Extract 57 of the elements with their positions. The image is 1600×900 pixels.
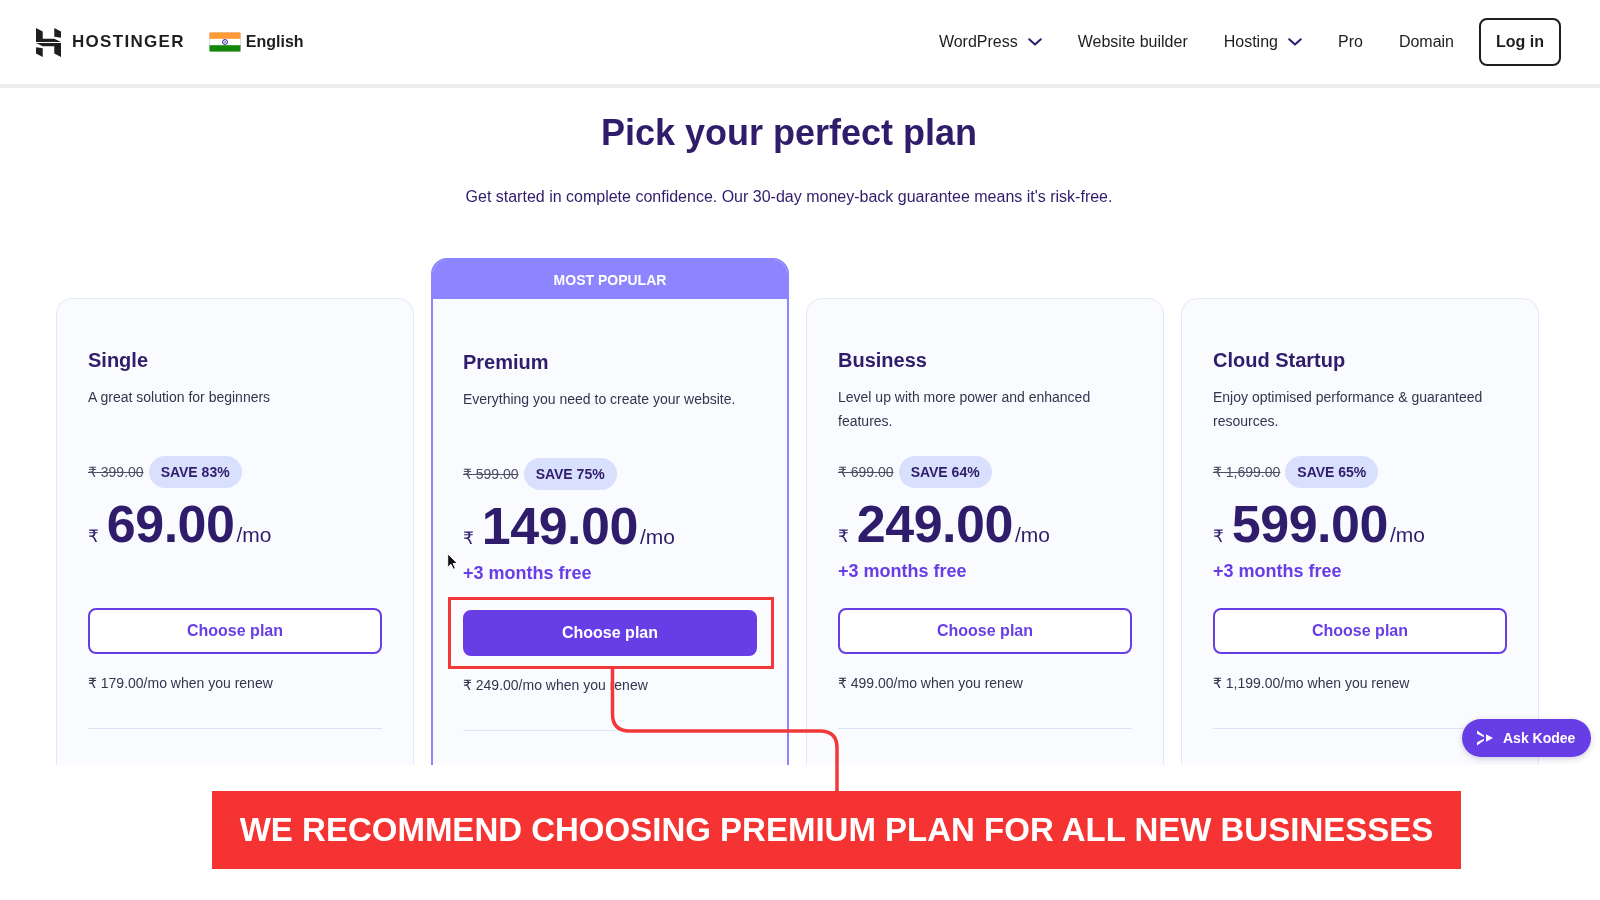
logo-link[interactable]: HOSTINGER bbox=[36, 27, 185, 57]
renewal-price: ₹ 499.00/mo when you renew bbox=[838, 674, 1024, 693]
choose-plan-button[interactable]: Choose plan bbox=[88, 608, 382, 654]
renewal-price: ₹ 1,199.00/mo when you renew bbox=[1213, 674, 1411, 693]
plan-description: Level up with more power and enhanced features. bbox=[838, 388, 1092, 431]
bonus-months-text: +3 months free bbox=[1213, 561, 1342, 581]
renewal-price: ₹ 179.00/mo when you renew bbox=[88, 674, 274, 693]
recommendation-banner: WE RECOMMEND CHOOSING PREMIUM PLAN FOR ALL NEW BUSINESSES bbox=[212, 791, 1461, 869]
discount-badge: SAVE 65% bbox=[1285, 456, 1379, 488]
plan-description: Everything you need to create your website. bbox=[463, 390, 737, 409]
nav-menu-item[interactable]: WordPress bbox=[938, 33, 1042, 51]
original-price: ₹ 1,699.00 bbox=[1213, 464, 1281, 480]
original-price: ₹ 699.00 bbox=[838, 464, 894, 480]
chevron-down-icon bbox=[1027, 38, 1042, 46]
price-period: /mo bbox=[236, 523, 272, 547]
nav-menu-item[interactable]: Hosting bbox=[1223, 33, 1302, 51]
price-period: /mo bbox=[1014, 523, 1050, 547]
discount-badge: SAVE 64% bbox=[898, 456, 992, 488]
nav-menu-item[interactable]: Website builder bbox=[1077, 33, 1188, 51]
price-period: /mo bbox=[1389, 523, 1425, 547]
plan-name: Business bbox=[838, 348, 928, 373]
mouse-pointer-icon bbox=[447, 553, 458, 570]
arrows-icon bbox=[1476, 729, 1494, 747]
letter-h-icon bbox=[36, 27, 61, 57]
original-price: ₹ 399.00 bbox=[88, 464, 144, 480]
login-button[interactable]: Log in bbox=[1479, 18, 1561, 66]
flag-icon bbox=[208, 32, 241, 52]
plan-name: Premium bbox=[463, 350, 550, 375]
choose-plan-button[interactable]: Choose plan bbox=[463, 610, 757, 656]
language-selector[interactable]: English bbox=[208, 32, 304, 52]
bonus-months-text: +3 months free bbox=[463, 563, 592, 583]
bonus-months-text: +3 months free bbox=[838, 561, 967, 581]
plan-name: Single bbox=[88, 348, 149, 373]
currency-symbol: ₹ bbox=[1213, 526, 1224, 547]
currency-symbol: ₹ bbox=[838, 526, 849, 547]
nav-menu-item[interactable]: Pro bbox=[1337, 33, 1363, 51]
nav-menu-item[interactable]: Domain bbox=[1398, 33, 1454, 51]
currency-symbol: ₹ bbox=[463, 528, 474, 549]
chevron-down-icon bbox=[1287, 38, 1302, 46]
page-subtitle: Get started in complete confidence. Our 30-day money-back guarantee means it's risk-free. bbox=[464, 187, 1114, 207]
plan-price: 149.00 bbox=[481, 498, 638, 554]
plan-price: 599.00 bbox=[1231, 496, 1388, 552]
original-price: ₹ 599.00 bbox=[463, 466, 519, 482]
page-title: Pick your perfect plan bbox=[599, 111, 979, 155]
plan-name: Cloud Startup bbox=[1213, 348, 1347, 373]
ask-kodee-button[interactable]: Ask Kodee bbox=[1462, 719, 1592, 757]
most-popular-ribbon: MOST POPULAR bbox=[433, 260, 787, 299]
price-period: /mo bbox=[639, 525, 675, 549]
discount-badge: SAVE 75% bbox=[523, 458, 617, 490]
plan-description: Enjoy optimised performance & guaranteed resources. bbox=[1213, 388, 1484, 431]
discount-badge: SAVE 83% bbox=[148, 456, 242, 488]
plan-price: 249.00 bbox=[856, 496, 1013, 552]
plan-description: A great solution for beginners bbox=[88, 388, 272, 407]
currency-symbol: ₹ bbox=[88, 526, 99, 547]
choose-plan-button[interactable]: Choose plan bbox=[838, 608, 1132, 654]
choose-plan-button[interactable]: Choose plan bbox=[1213, 608, 1507, 654]
plan-price: 69.00 bbox=[106, 496, 235, 552]
